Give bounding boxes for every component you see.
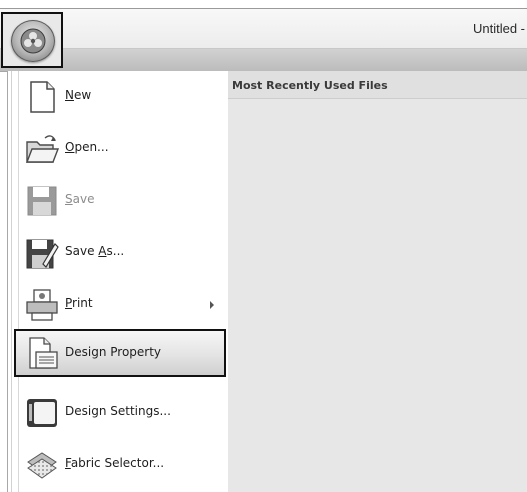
recent-files-title: Most Recently Used Files xyxy=(232,79,388,92)
menu-item-label: Fabric Selector... xyxy=(65,456,165,470)
menu-item-new[interactable]: New xyxy=(18,73,224,119)
open-folder-icon xyxy=(25,132,60,166)
application-orb-icon xyxy=(11,20,55,62)
application-button[interactable] xyxy=(1,12,63,68)
menu-item-design-settings[interactable]: Design Settings... xyxy=(18,389,224,435)
menu-item-label: Design Settings... xyxy=(65,404,171,418)
save-floppy-icon xyxy=(25,184,59,218)
menu-item-label: Save xyxy=(65,192,95,206)
menu-item-label: Design Property xyxy=(65,345,162,359)
recent-files-header: Most Recently Used Files xyxy=(228,71,527,99)
new-document-icon xyxy=(25,80,59,114)
menu-item-label: Save As... xyxy=(65,244,125,258)
ribbon-strip xyxy=(0,48,527,72)
recent-files-pane: Most Recently Used Files xyxy=(228,71,527,492)
menu-item-print[interactable]: Print xyxy=(18,281,224,327)
menu-item-fabric-selector[interactable]: Fabric Selector... xyxy=(18,441,224,487)
menu-item-label: Open... xyxy=(65,140,109,154)
window-title: Untitled - xyxy=(472,21,525,36)
design-property-icon xyxy=(25,336,59,370)
design-settings-icon xyxy=(25,396,59,430)
menu-item-design-property[interactable]: Design Property xyxy=(14,329,226,377)
title-bar: Untitled - xyxy=(0,8,527,49)
menu-item-label: Print xyxy=(65,296,93,310)
menu-item-save[interactable]: Save xyxy=(18,177,224,223)
fabric-selector-icon xyxy=(25,448,59,482)
menu-item-open[interactable]: Open... xyxy=(18,125,224,171)
printer-icon xyxy=(25,288,59,322)
menu-item-label: New xyxy=(65,88,92,102)
save-as-icon xyxy=(25,236,59,270)
menu-item-save-as[interactable]: Save As... xyxy=(18,229,224,275)
application-menu: New Open... Save Save As... Print Design… xyxy=(7,71,229,492)
submenu-arrow-icon xyxy=(210,301,214,309)
